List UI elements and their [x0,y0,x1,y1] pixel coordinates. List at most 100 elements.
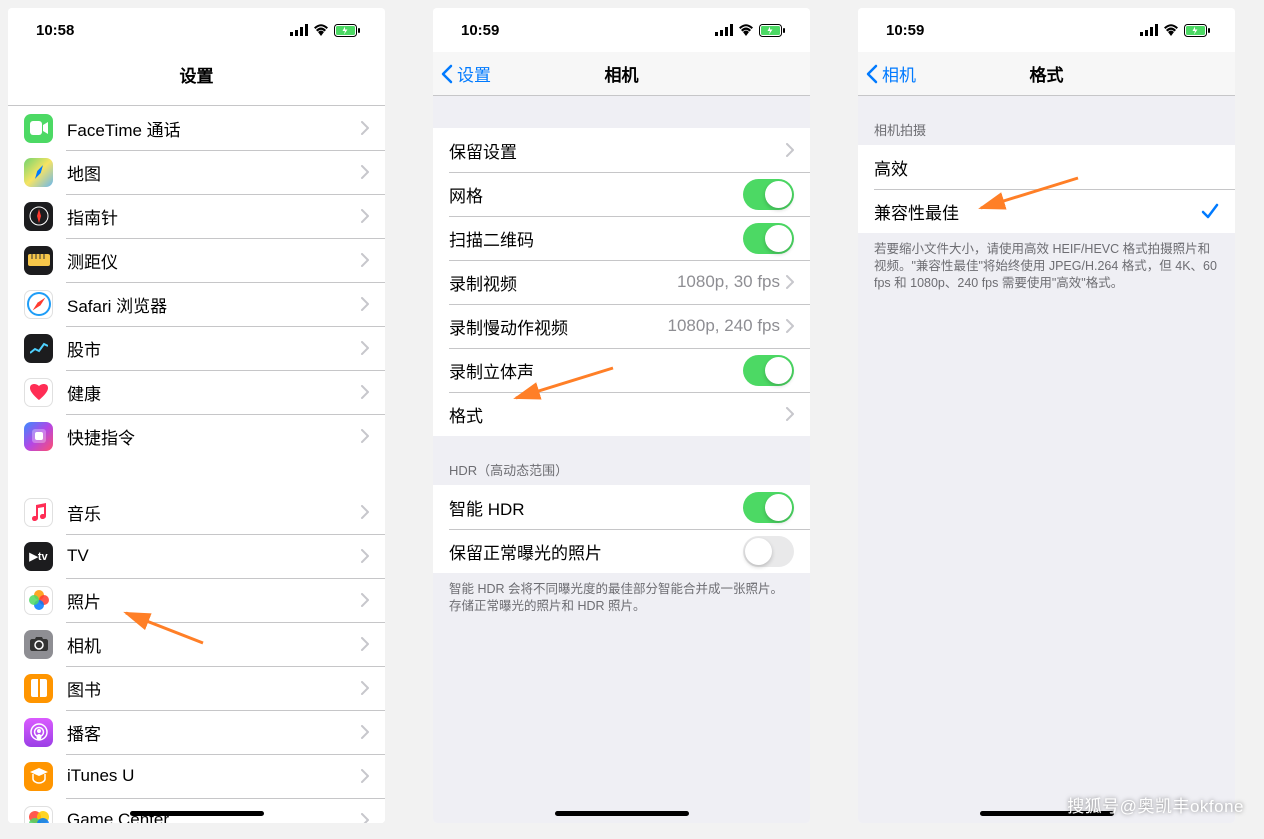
settings-row-itunesu[interactable]: iTunes U [8,754,385,798]
battery-icon [1184,24,1211,37]
checkmark-icon [1201,202,1219,220]
camera-row-0[interactable]: 保留设置 [433,128,810,172]
status-bar: 10:59 [433,8,810,52]
row-label: 录制立体声 [449,358,743,383]
books-icon [24,674,53,703]
chevron-left-icon [866,64,878,84]
row-label: 扫描二维码 [449,226,743,251]
chevron-right-icon [786,407,794,421]
toggle-0[interactable] [743,492,794,523]
settings-row-safari[interactable]: Safari 浏览器 [8,282,385,326]
row-label: 照片 [67,588,361,613]
row-label: TV [67,546,361,566]
header-title: 相机 [605,61,639,86]
row-label: 网格 [449,182,743,207]
chevron-right-icon [361,429,369,443]
format-content[interactable]: 相机拍摄 高效 兼容性最佳 若要缩小文件大小，请使用高效 HEIF/HEVC 格… [858,96,1235,823]
format-row-1[interactable]: 兼容性最佳 [858,189,1235,233]
row-label: 格式 [449,402,786,427]
status-bar: 10:58 [8,8,385,52]
chevron-right-icon [361,549,369,563]
maps-icon [24,158,53,187]
camera-row-5[interactable]: 录制立体声 [433,348,810,392]
header: 设置 相机 [433,52,810,96]
settings-row-facetime[interactable]: FaceTime 通话 [8,106,385,150]
settings-row-music[interactable]: 音乐 [8,490,385,534]
row-detail: 1080p, 30 fps [677,272,780,292]
camera-row-4[interactable]: 录制慢动作视频 1080p, 240 fps [433,304,810,348]
row-label: 健康 [67,380,361,405]
settings-row-health[interactable]: 健康 [8,370,385,414]
settings-row-stocks[interactable]: 股市 [8,326,385,370]
row-label: iTunes U [67,766,361,786]
camera-content[interactable]: 保留设置 网格 扫描二维码 录制视频 1080p, 30 fps 录制慢动作视频… [433,96,810,823]
chevron-right-icon [361,681,369,695]
camera-row-6[interactable]: 格式 [433,392,810,436]
status-icons [1140,24,1211,37]
camera-row-0[interactable]: 智能 HDR [433,485,810,529]
row-label: 测距仪 [67,248,361,273]
row-label: 地图 [67,160,361,185]
settings-row-shortcuts[interactable]: 快捷指令 [8,414,385,458]
camera-row-3[interactable]: 录制视频 1080p, 30 fps [433,260,810,304]
home-indicator[interactable] [555,811,689,816]
chevron-right-icon [361,385,369,399]
settings-row-books[interactable]: 图书 [8,666,385,710]
chevron-right-icon [361,637,369,651]
camera-row-1[interactable]: 保留正常曝光的照片 [433,529,810,573]
section-header-hdr: HDR（高动态范围） [433,436,810,485]
chevron-right-icon [361,209,369,223]
row-label: 保留正常曝光的照片 [449,539,743,564]
photos-icon [24,586,53,615]
row-label: Safari 浏览器 [67,292,361,317]
toggle-1[interactable] [743,536,794,567]
camera-row-2[interactable]: 扫描二维码 [433,216,810,260]
settings-content[interactable]: FaceTime 通话 地图 指南针 测距仪 Safari 浏览器 股市 健康 … [8,96,385,823]
podcasts-icon [24,718,53,747]
chevron-right-icon [786,319,794,333]
chevron-right-icon [361,165,369,179]
settings-row-maps[interactable]: 地图 [8,150,385,194]
chevron-right-icon [361,297,369,311]
settings-row-photos[interactable]: 照片 [8,578,385,622]
row-partial-top[interactable] [8,96,385,106]
chevron-right-icon [361,813,369,823]
settings-row-podcasts[interactable]: 播客 [8,710,385,754]
toggle-5[interactable] [743,355,794,386]
chevron-left-icon [441,64,453,84]
toggle-2[interactable] [743,223,794,254]
header: 相机 格式 [858,52,1235,96]
toggle-1[interactable] [743,179,794,210]
camera-group-2: 智能 HDR 保留正常曝光的照片 [433,485,810,573]
camera-row-1[interactable]: 网格 [433,172,810,216]
status-icons [715,24,786,37]
format-group: 高效 兼容性最佳 [858,145,1235,233]
chevron-right-icon [361,505,369,519]
row-label: 快捷指令 [67,424,361,449]
row-label: 兼容性最佳 [874,199,1201,224]
back-button[interactable]: 设置 [441,61,491,86]
compass-icon [24,202,53,231]
health-icon [24,378,53,407]
music-icon [24,498,53,527]
chevron-right-icon [361,341,369,355]
header: 设置 [8,52,385,96]
settings-row-tv[interactable]: ▶tv TV [8,534,385,578]
battery-icon [334,24,361,37]
back-button[interactable]: 相机 [866,61,916,86]
hdr-footer: 智能 HDR 会将不同曝光度的最佳部分智能合并成一张照片。存储正常曝光的照片和 … [433,573,810,631]
settings-row-camera[interactable]: 相机 [8,622,385,666]
status-time: 10:59 [886,22,924,39]
settings-row-compass[interactable]: 指南针 [8,194,385,238]
wifi-icon [1163,24,1179,36]
format-row-0[interactable]: 高效 [858,145,1235,189]
row-label: 图书 [67,676,361,701]
settings-row-measure[interactable]: 测距仪 [8,238,385,282]
row-label: 录制慢动作视频 [449,314,668,339]
row-label: FaceTime 通话 [67,116,361,141]
row-label: 股市 [67,336,361,361]
chevron-right-icon [361,725,369,739]
home-indicator[interactable] [130,811,264,816]
row-label: 保留设置 [449,138,786,163]
chevron-right-icon [361,769,369,783]
